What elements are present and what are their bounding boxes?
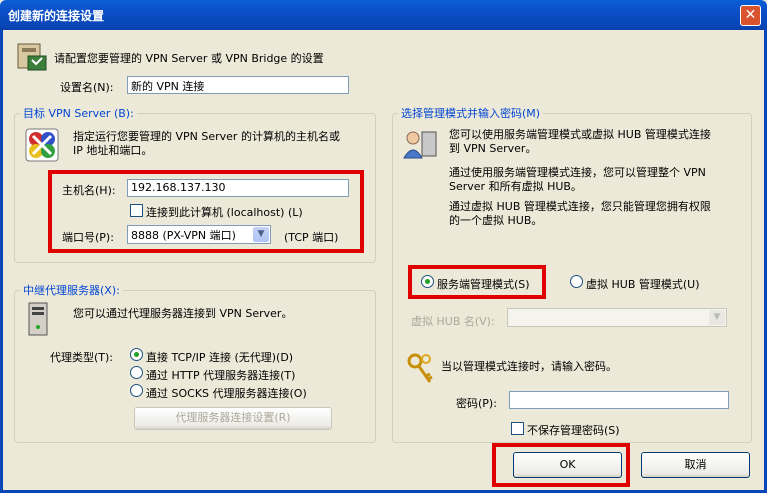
admin-desc2-line2: Server 和所有虚拟 HUB。	[449, 180, 582, 193]
admin-desc1-line2: 到 VPN Server。	[449, 142, 537, 155]
setting-name-label: 设置名(N):	[60, 81, 114, 94]
proxy-socks-label: 通过 SOCKS 代理服务器连接(O)	[146, 387, 307, 400]
port-suffix: (TCP 端口)	[284, 231, 339, 244]
host-value: 192.168.137.130	[131, 181, 226, 194]
proxy-http-radio[interactable]	[130, 366, 143, 379]
key-icon	[407, 353, 433, 383]
admin-group-label: 选择管理模式并输入密码(M)	[398, 105, 544, 121]
server-mode-label: 服务端管理模式(S)	[437, 278, 530, 291]
no-save-password-label: 不保存管理密码(S)	[527, 424, 620, 437]
title-bar: 创建新的连接设置 ✕	[0, 0, 767, 30]
header-text: 请配置您要管理的 VPN Server 或 VPN Bridge 的设置	[54, 52, 324, 65]
password-label: 密码(P):	[456, 397, 497, 410]
target-group-label: 目标 VPN Server (B):	[20, 105, 137, 121]
hub-name-label: 虚拟 HUB 名(V):	[411, 315, 495, 328]
hub-mode-radio[interactable]	[570, 275, 583, 288]
proxy-socks-radio[interactable]	[130, 384, 143, 397]
localhost-checkbox[interactable]	[130, 204, 143, 217]
server-config-icon	[17, 43, 47, 71]
hub-name-select[interactable]: ▼	[507, 308, 727, 327]
password-input[interactable]	[509, 391, 729, 409]
proxy-http-label: 通过 HTTP 代理服务器连接(T)	[146, 369, 296, 382]
admin-desc3-line2: 的一个虚拟 HUB。	[449, 214, 543, 227]
proxy-desc: 您可以通过代理服务器连接到 VPN Server。	[73, 307, 293, 320]
no-save-password-checkbox[interactable]	[511, 422, 524, 435]
chevron-down-icon[interactable]: ▼	[253, 227, 269, 242]
ok-button[interactable]: OK	[513, 452, 622, 478]
proxy-type-label: 代理类型(T):	[50, 351, 114, 364]
window-title: 创建新的连接设置	[8, 9, 105, 23]
proxy-settings-button[interactable]: 代理服务器连接设置(R)	[134, 407, 332, 430]
proxy-direct-label: 直接 TCP/IP 连接 (无代理)(D)	[146, 351, 294, 364]
port-select[interactable]: 8888 (PX-VPN 端口) ▼	[127, 225, 271, 244]
close-icon: ✕	[744, 7, 757, 23]
proxy-direct-radio[interactable]	[130, 348, 143, 361]
proxy-server-icon	[28, 302, 48, 336]
admin-users-icon	[403, 131, 437, 159]
host-input[interactable]: 192.168.137.130	[127, 179, 349, 197]
proxy-group-label: 中继代理服务器(X):	[20, 282, 123, 298]
target-desc-line2: IP 地址和端口。	[73, 144, 153, 157]
port-value: 8888 (PX-VPN 端口)	[131, 229, 236, 242]
hub-mode-label: 虚拟 HUB 管理模式(U)	[586, 278, 700, 291]
server-mode-radio[interactable]	[421, 275, 434, 288]
password-prompt: 当以管理模式连接时，请输入密码。	[441, 360, 617, 373]
cancel-button[interactable]: 取消	[641, 452, 750, 478]
setting-name-value: 新的 VPN 连接	[131, 80, 205, 93]
localhost-label: 连接到此计算机 (localhost) (L)	[146, 206, 303, 219]
setting-name-input[interactable]: 新的 VPN 连接	[127, 76, 349, 94]
vpn-server-icon	[25, 128, 59, 162]
close-button[interactable]: ✕	[740, 5, 761, 26]
port-label: 端口号(P):	[62, 231, 114, 244]
chevron-down-icon[interactable]: ▼	[709, 310, 725, 325]
host-label: 主机名(H):	[62, 184, 116, 197]
